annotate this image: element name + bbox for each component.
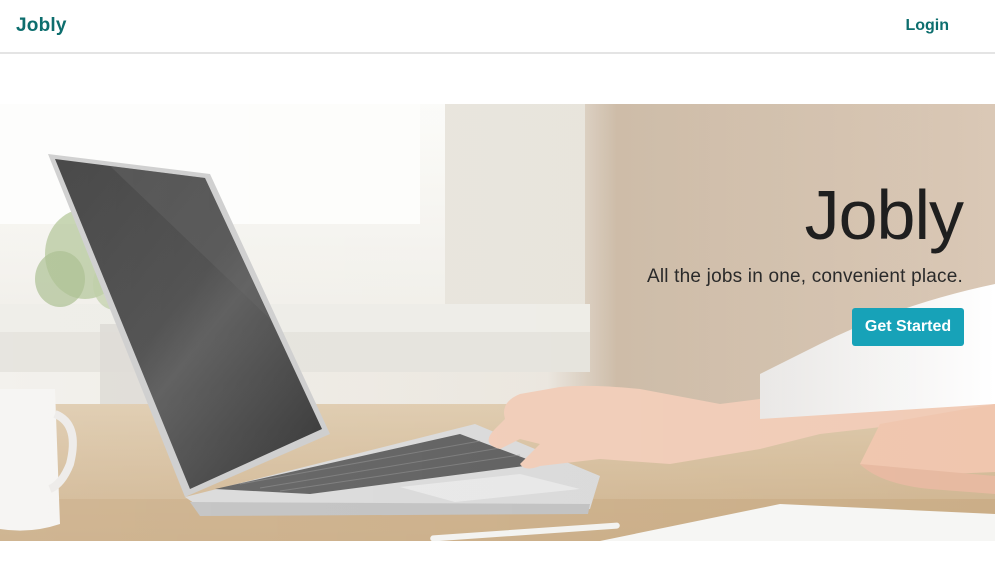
navbar: Jobly Login (0, 0, 995, 54)
hero-subtitle: All the jobs in one, convenient place. (646, 266, 963, 287)
hero-text-block: Jobly All the jobs in one, convenient pl… (646, 176, 964, 288)
login-link[interactable]: Login (905, 17, 949, 35)
hero-background-image (0, 104, 995, 541)
hero-title: Jobly (804, 176, 964, 254)
brand-logo-link[interactable]: Jobly (16, 15, 67, 37)
get-started-button[interactable]: Get Started (852, 308, 964, 346)
hero-section: Jobly All the jobs in one, convenient pl… (0, 104, 995, 541)
